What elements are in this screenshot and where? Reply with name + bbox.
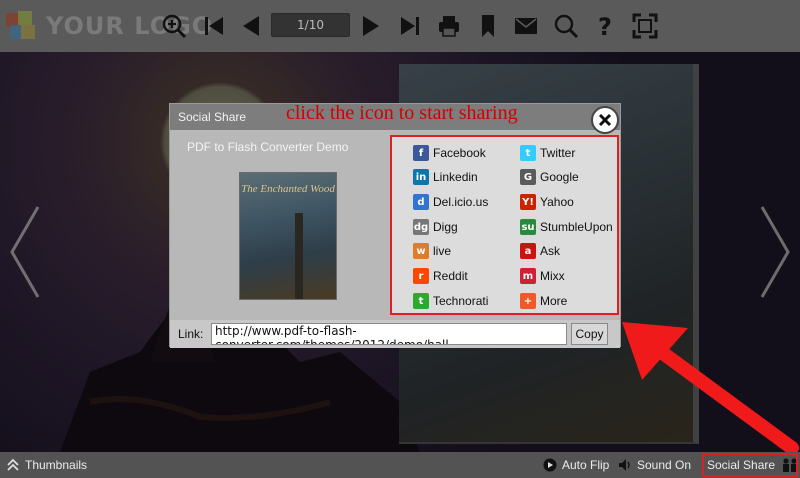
thumbnails-button[interactable]: Thumbnails [6, 458, 87, 472]
svg-text:?: ? [598, 13, 612, 39]
share-label: Yahoo [540, 195, 574, 209]
document-title: PDF to Flash Converter Demo [187, 140, 349, 154]
bookmark-icon[interactable] [473, 11, 503, 41]
close-icon [598, 113, 612, 127]
facebook-icon: f [413, 145, 429, 161]
share-twitter[interactable]: t Twitter [520, 144, 575, 162]
sound-button[interactable]: Sound On [618, 458, 691, 472]
share-label: Google [540, 170, 579, 184]
autoflip-label: Auto Flip [562, 458, 610, 472]
share-more[interactable]: + More [520, 292, 567, 310]
more-icon: + [520, 293, 536, 309]
zoom-in-icon[interactable] [159, 11, 189, 41]
share-label: Linkedin [433, 170, 478, 184]
share-facebook[interactable]: f Facebook [413, 144, 486, 162]
share-label: Ask [540, 244, 561, 258]
delicious-icon: d [413, 194, 429, 210]
link-row: Link: http://www.pdf-to-flash-converter.… [170, 320, 620, 348]
share-linkedin[interactable]: in Linkedin [413, 168, 478, 186]
autoflip-button[interactable]: Auto Flip [543, 458, 609, 472]
link-field[interactable]: http://www.pdf-to-flash-converter.com/th… [211, 323, 567, 345]
twitter-icon: t [520, 145, 536, 161]
dialog-title: Social Share [178, 110, 247, 124]
share-label: Mixx [540, 269, 565, 283]
share-label: Facebook [433, 146, 486, 160]
share-digg[interactable]: dg Digg [413, 218, 458, 236]
social-share-dialog: Social Share click the icon to start sha… [169, 102, 621, 348]
linkedin-icon: in [413, 169, 429, 185]
stumbleupon-icon: su [520, 219, 536, 235]
google-icon: G [520, 169, 536, 185]
thumbnails-label: Thumbnails [25, 458, 88, 472]
next-page-icon[interactable] [356, 11, 386, 41]
logo-mark-icon [6, 11, 36, 41]
share-label: Reddit [433, 269, 468, 283]
mixx-icon: m [520, 268, 536, 284]
prev-page-icon[interactable] [236, 11, 266, 41]
speaker-icon [619, 459, 630, 471]
fullscreen-icon[interactable] [630, 11, 660, 41]
share-label: More [540, 294, 568, 308]
play-icon [543, 458, 557, 472]
share-label: Twitter [540, 146, 576, 160]
sound-label: Sound On [637, 458, 692, 472]
share-services-panel: f Facebook t Twitter in Linkedin G Google dD… [390, 135, 619, 315]
share-technorati[interactable]: t Technorati [413, 292, 488, 310]
share-mixx[interactable]: m Mixx [520, 267, 565, 285]
search-icon[interactable] [551, 11, 581, 41]
yahoo-icon: Y! [520, 194, 536, 210]
reddit-icon: r [413, 268, 429, 284]
share-google[interactable]: G Google [520, 168, 579, 186]
share-label: Del.icio.us [433, 195, 489, 209]
share-stumbleupon[interactable]: su StumbleUpon [520, 218, 613, 236]
share-live[interactable]: w live [413, 242, 451, 260]
share-ask[interactable]: a Ask [520, 242, 560, 260]
help-icon[interactable]: ? [590, 11, 620, 41]
social-share-highlight [702, 453, 798, 477]
share-reddit[interactable]: r Reddit [413, 267, 468, 285]
share-delicious[interactable]: d Del.icio.us [413, 193, 488, 211]
link-label: Link: [178, 327, 204, 341]
share-label: Digg [433, 220, 458, 234]
page-indicator[interactable]: 1/10 [271, 13, 350, 37]
windows-live-icon: w [413, 243, 429, 259]
cover-tree [295, 213, 303, 299]
copy-button[interactable]: Copy [571, 323, 608, 345]
share-yahoo[interactable]: Y! Yahoo [520, 193, 574, 211]
print-icon[interactable] [434, 11, 464, 41]
digg-icon: dg [413, 219, 429, 235]
share-label: StumbleUpon [540, 220, 613, 234]
share-hint: click the icon to start sharing [286, 102, 518, 124]
top-toolbar: YOUR LOGO 1/10 ? [0, 0, 800, 52]
share-label: Technorati [433, 294, 489, 308]
first-page-icon[interactable] [199, 11, 229, 41]
technorati-icon: t [413, 293, 429, 309]
last-page-icon[interactable] [395, 11, 425, 41]
close-button[interactable] [591, 106, 619, 134]
ask-icon: a [520, 243, 536, 259]
email-icon[interactable] [511, 11, 541, 41]
share-label: live [433, 244, 452, 258]
flipbook-viewer: YOUR LOGO 1/10 ? Social Share click the … [0, 0, 800, 478]
chevron-up-icon [7, 458, 19, 471]
cover-title: The Enchanted Wood [241, 183, 335, 195]
bottom-bar: Thumbnails Auto Flip Sound On Social Sha… [0, 452, 800, 478]
book-cover-thumbnail: The Enchanted Wood [239, 172, 337, 300]
